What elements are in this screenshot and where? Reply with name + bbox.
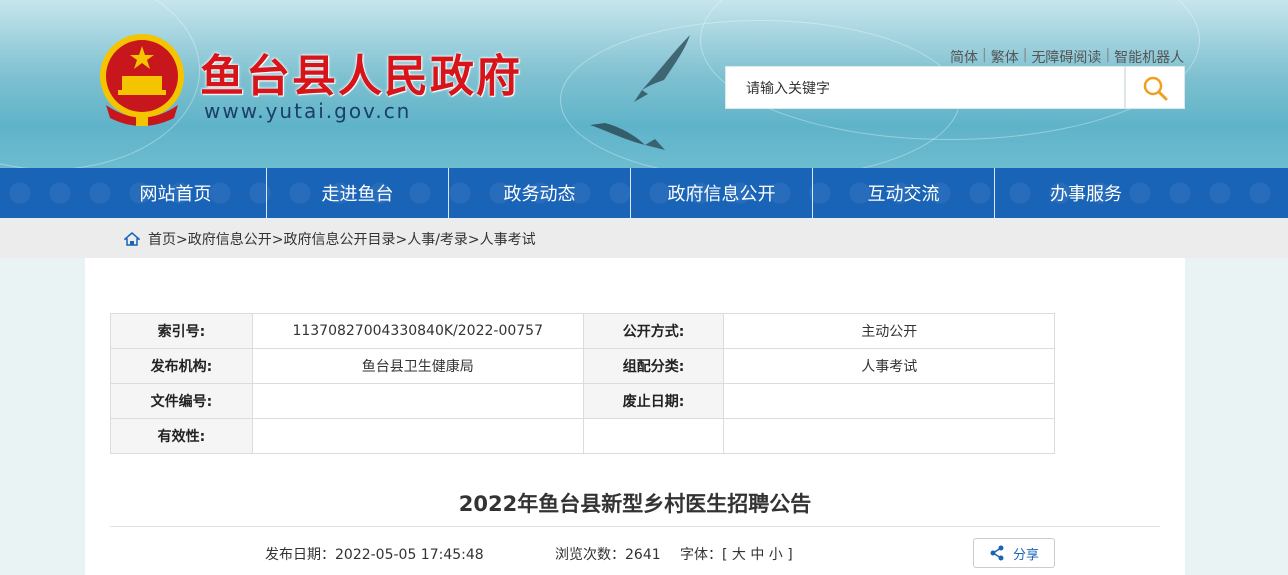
breadcrumb: 首页>政府信息公开>政府信息公开目录>人事/考录>人事考试	[124, 229, 536, 249]
fish-decoration-icon	[590, 123, 665, 150]
doc-number-label: 文件编号:	[110, 383, 253, 419]
nav-item-interaction[interactable]: 互动交流	[813, 168, 995, 218]
table-row: 有效性:	[110, 418, 1055, 454]
link-accessibility[interactable]: 无障碍阅读	[1031, 47, 1101, 67]
site-title: 鱼台县人民政府	[200, 51, 522, 102]
site-url: www.yutai.gov.cn	[204, 99, 412, 123]
index-label: 索引号:	[110, 313, 253, 349]
home-icon	[124, 232, 140, 246]
font-size-control[interactable]: 字体：[ 大 中 小 ]	[680, 544, 793, 564]
site-header: 鱼台县人民政府 www.yutai.gov.cn 简体 | 繁体 | 无障碍阅读…	[0, 0, 1288, 168]
article-title: 2022年鱼台县新型乡村医生招聘公告	[458, 492, 812, 516]
category-value: 人事考试	[723, 348, 1055, 384]
nav-item-about[interactable]: 走进鱼台	[267, 168, 449, 218]
open-method-label: 公开方式:	[582, 313, 725, 349]
national-emblem-icon	[100, 34, 184, 126]
divider	[110, 526, 1160, 527]
table-row: 发布机构: 鱼台县卫生健康局 组配分类: 人事考试	[110, 348, 1055, 384]
nav-item-home[interactable]: 网站首页	[85, 168, 267, 218]
separator: |	[982, 47, 987, 63]
share-label: 分享	[1012, 547, 1039, 563]
search-icon	[1143, 76, 1168, 100]
breadcrumb-text[interactable]: 首页>政府信息公开>政府信息公开目录>人事/考录>人事考试	[148, 229, 536, 249]
table-row: 索引号: 11370827004330840K/2022-00757 公开方式:…	[110, 313, 1055, 349]
nav-item-info-disclosure[interactable]: 政府信息公开	[631, 168, 813, 218]
top-links: 简体 | 繁体 | 无障碍阅读 | 智能机器人	[950, 47, 1184, 67]
view-count: 浏览次数：2641	[555, 547, 661, 563]
doc-number-value	[251, 383, 584, 419]
fish-decoration-icon	[634, 35, 690, 102]
open-method-value: 主动公开	[723, 313, 1055, 349]
validity-label: 有效性:	[110, 418, 253, 454]
expiry-date-label: 废止日期:	[582, 383, 725, 419]
expiry-date-value	[723, 383, 1055, 419]
index-value: 11370827004330840K/2022-00757	[251, 313, 584, 349]
validity-value	[251, 418, 584, 454]
publisher-value: 鱼台县卫生健康局	[251, 348, 584, 384]
separator: |	[1105, 47, 1111, 63]
empty-cell	[582, 418, 725, 454]
article-content: 索引号: 11370827004330840K/2022-00757 公开方式:…	[85, 258, 1185, 575]
search-input[interactable]: 请输入关键字	[725, 66, 1125, 109]
category-label: 组配分类:	[582, 348, 725, 384]
link-simplified[interactable]: 简体	[950, 47, 978, 67]
link-traditional[interactable]: 繁体	[991, 47, 1019, 67]
nav-item-news[interactable]: 政务动态	[449, 168, 631, 218]
metadata-table: 索引号: 11370827004330840K/2022-00757 公开方式:…	[110, 313, 1055, 454]
nav-item-services[interactable]: 办事服务	[995, 168, 1177, 218]
separator: |	[1022, 47, 1028, 63]
search-button[interactable]	[1125, 66, 1185, 109]
main-nav: 网站首页 走进鱼台 政务动态 政府信息公开 互动交流 办事服务	[0, 168, 1288, 218]
breadcrumb-bar: 首页>政府信息公开>政府信息公开目录>人事/考录>人事考试	[0, 218, 1288, 258]
table-row: 文件编号: 废止日期:	[110, 383, 1055, 419]
publish-date: 发布日期：2022-05-05 17:45:48	[265, 547, 484, 563]
link-robot[interactable]: 智能机器人	[1114, 47, 1184, 67]
publisher-label: 发布机构:	[110, 348, 253, 384]
share-button[interactable]: 分享	[973, 538, 1055, 568]
empty-cell	[723, 418, 1055, 454]
share-icon	[990, 545, 1004, 561]
